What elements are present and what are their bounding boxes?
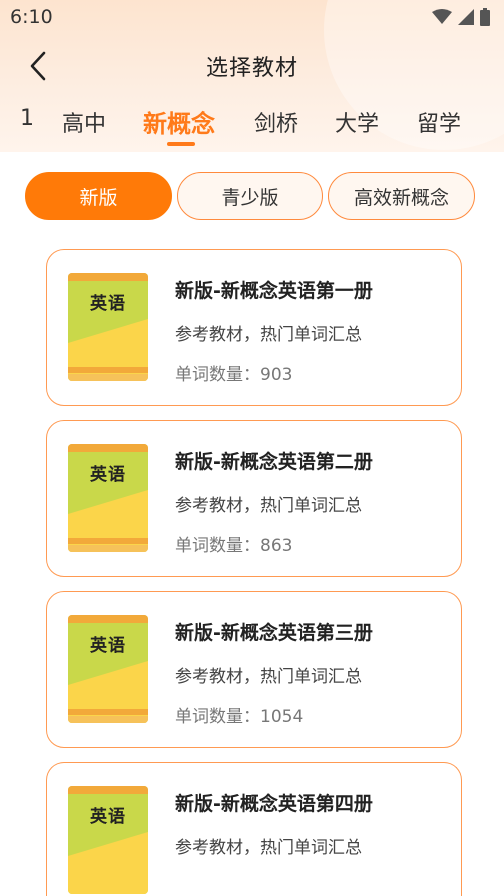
battery-icon [480, 8, 490, 26]
book-cover-label: 英语 [90, 465, 126, 485]
book-cover-label: 英语 [90, 636, 126, 656]
tab-cambridge[interactable]: 剑桥 [254, 106, 298, 138]
book-title: 新版-新概念英语第四册 [175, 793, 373, 815]
nav-bar: 选择教材 [0, 40, 504, 92]
word-count: 单词数量：903 [175, 365, 293, 385]
segment-new-edition[interactable]: 新版 [25, 172, 172, 220]
chevron-left-icon [30, 51, 46, 81]
status-bar: 6:10 [0, 0, 504, 34]
book-title: 新版-新概念英语第一册 [175, 280, 373, 302]
edition-segments: 新版 青少版 高效新概念 [0, 172, 504, 222]
back-button[interactable] [18, 46, 58, 86]
tab-university[interactable]: 大学 [335, 106, 379, 138]
book-subtitle: 参考教材，热门单词汇总 [175, 838, 362, 858]
book-cover-icon: 英语 [68, 444, 148, 552]
book-cover-icon: 英语 [68, 615, 148, 723]
book-cover-icon: 英语 [68, 273, 148, 381]
book-cover-label: 英语 [90, 294, 126, 314]
word-count: 单词数量：863 [175, 536, 293, 556]
book-subtitle: 参考教材，热门单词汇总 [175, 667, 362, 687]
tab-new-concept[interactable]: 新概念 [143, 104, 215, 139]
book-title: 新版-新概念英语第三册 [175, 622, 373, 644]
page-title: 选择教材 [205, 56, 298, 81]
word-count: 单词数量：1054 [175, 707, 304, 727]
book-subtitle: 参考教材，热门单词汇总 [175, 325, 362, 345]
book-subtitle: 参考教材，热门单词汇总 [175, 496, 362, 516]
book-card[interactable]: 英语 新版-新概念英语第一册 参考教材，热门单词汇总 单词数量：903 [46, 249, 462, 406]
category-tabs: 1 高中 新概念 剑桥 大学 留学 [0, 100, 504, 150]
segment-youth-edition[interactable]: 青少版 [177, 172, 323, 220]
book-card[interactable]: 英语 新版-新概念英语第四册 参考教材，热门单词汇总 [46, 762, 462, 896]
tab-high-school[interactable]: 高中 [62, 106, 106, 138]
tab-active-indicator [167, 142, 195, 146]
status-icons [432, 8, 490, 26]
tab-study-abroad[interactable]: 留学 [417, 106, 461, 138]
wifi-icon [432, 9, 452, 24]
book-title: 新版-新概念英语第二册 [175, 451, 373, 473]
book-cover-label: 英语 [90, 807, 126, 827]
book-cover-icon: 英语 [68, 786, 148, 894]
segment-efficient-edition[interactable]: 高效新概念 [328, 172, 475, 220]
book-card[interactable]: 英语 新版-新概念英语第三册 参考教材，热门单词汇总 单词数量：1054 [46, 591, 462, 748]
status-time: 6:10 [10, 6, 53, 28]
book-card[interactable]: 英语 新版-新概念英语第二册 参考教材，热门单词汇总 单词数量：863 [46, 420, 462, 577]
tab-partial[interactable]: 1 [20, 106, 34, 131]
signal-icon [458, 9, 474, 25]
